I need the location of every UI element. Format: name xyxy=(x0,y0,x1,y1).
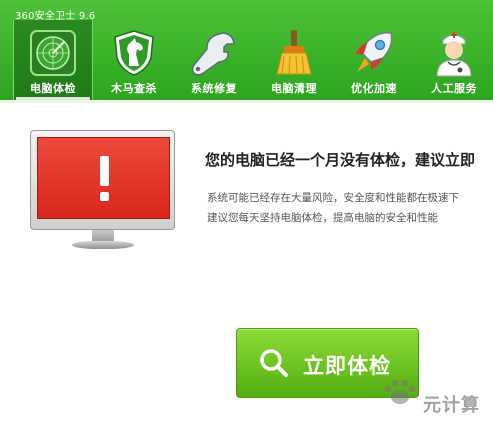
broom-icon xyxy=(276,30,312,75)
tab-label: 人工服务 xyxy=(431,82,477,95)
tab-optimize-speed[interactable]: 优化加速 xyxy=(334,20,414,100)
tab-label: 电脑清理 xyxy=(271,82,317,95)
tab-trojan-scan[interactable]: 木马查杀 xyxy=(94,20,174,100)
tab-computer-cleanup[interactable]: 电脑清理 xyxy=(254,20,334,100)
desc-line-1: 系统可能已经存在大量风险，安全度和性能都在极速下 xyxy=(207,192,459,204)
watermark-text: 元计算 xyxy=(423,395,480,416)
monitor-screen xyxy=(37,137,170,219)
tab-label: 系统修复 xyxy=(191,82,237,95)
tab-label: 电脑体检 xyxy=(30,82,76,95)
tab-human-service[interactable]: 人工服务 xyxy=(414,20,493,100)
radar-icon xyxy=(30,30,76,76)
horse-shield-icon xyxy=(114,30,154,76)
exclamation-icon xyxy=(100,156,109,186)
monitor-base xyxy=(72,241,134,249)
checkup-description: 系统可能已经存在大量风险，安全度和性能都在极速下 建议您每天坚持电脑体检，提高电… xyxy=(207,188,459,228)
tab-label: 优化加速 xyxy=(351,82,397,95)
wrench-icon xyxy=(191,32,235,76)
paw-logo-icon xyxy=(384,379,416,404)
main-nav: 电脑体检 木马查杀 系统修复 电脑清理 优化加速 人工服务 xyxy=(10,20,493,100)
exclamation-dot xyxy=(100,192,109,201)
alert-monitor-illustration xyxy=(30,130,175,258)
checkup-headline: 您的电脑已经一个月没有体检，建议立即 xyxy=(205,151,476,169)
doctor-icon xyxy=(436,32,472,77)
watermark: 元计算 xyxy=(380,371,490,421)
start-checkup-label: 立即体检 xyxy=(303,354,391,378)
search-icon xyxy=(260,349,288,377)
tab-system-repair[interactable]: 系统修复 xyxy=(174,20,254,100)
rocket-icon xyxy=(355,31,393,72)
top-bar: 360安全卫士 9.6 电脑体检 木马查杀 系统修复 电脑清理 优化加速 人工服… xyxy=(0,0,493,100)
desc-line-2: 建议您每天坚持电脑体检，提高电脑的安全和性能 xyxy=(207,212,438,224)
tab-label: 木马查杀 xyxy=(111,82,157,95)
main-content: 您的电脑已经一个月没有体检，建议立即 系统可能已经存在大量风险，安全度和性能都在… xyxy=(0,100,493,422)
tab-computer-checkup[interactable]: 电脑体检 xyxy=(13,20,93,100)
monitor-frame xyxy=(30,130,175,230)
